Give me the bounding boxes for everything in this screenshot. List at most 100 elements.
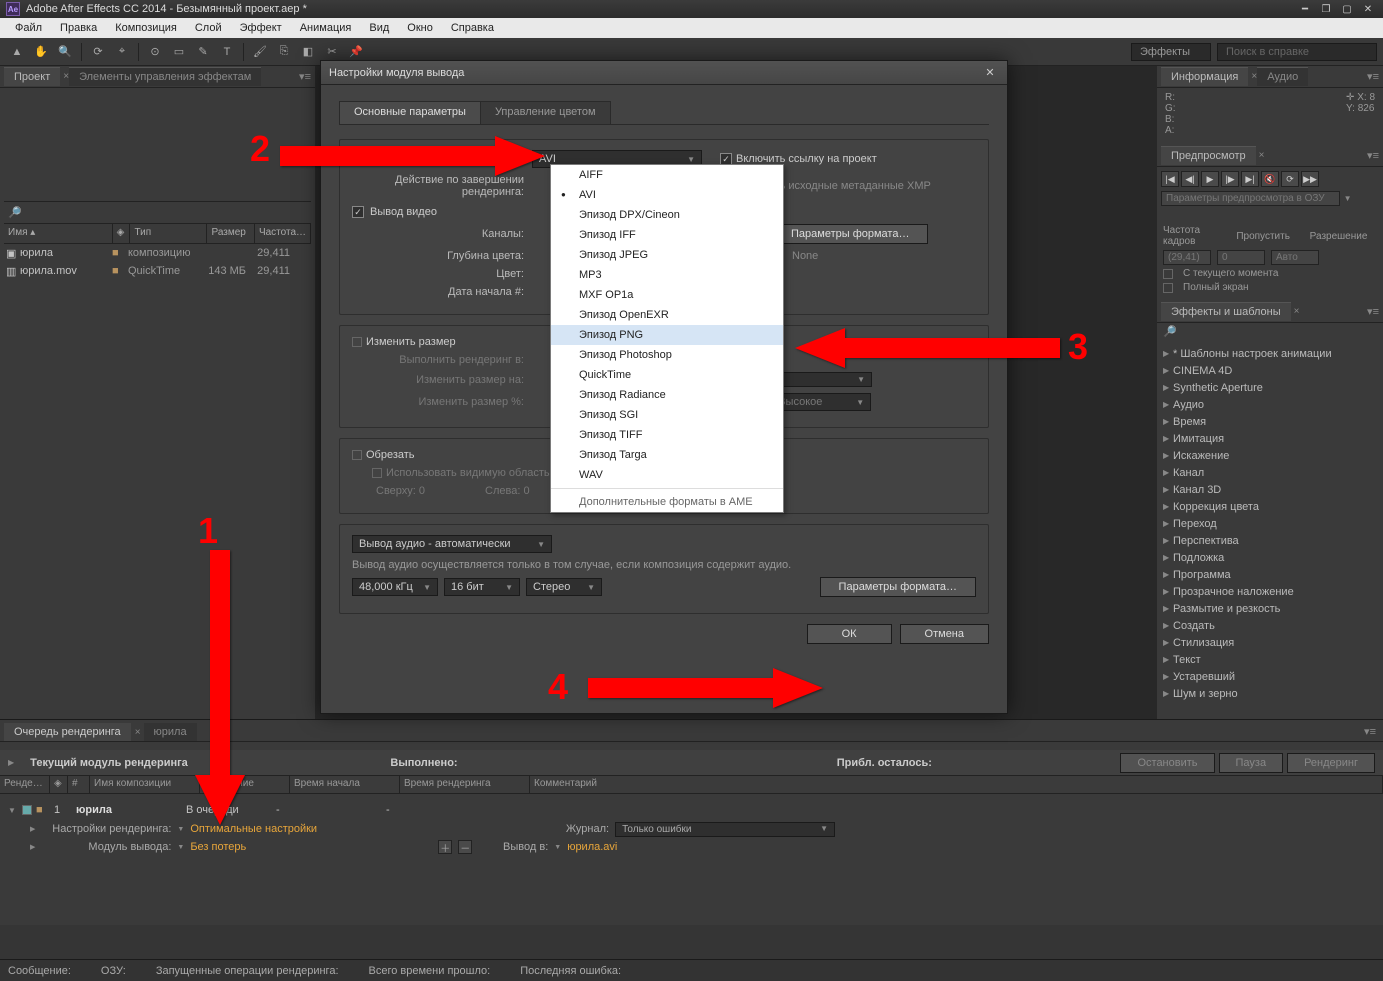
col-rtime[interactable]: Время рендеринга xyxy=(400,776,530,793)
tab-info[interactable]: Информация xyxy=(1161,67,1248,86)
effects-category-item[interactable]: ▶Переход xyxy=(1157,515,1383,532)
format-dropdown-item[interactable]: Эпизод TIFF xyxy=(551,425,783,445)
format-dropdown-item[interactable]: WAV xyxy=(551,465,783,485)
zoom-tool-icon[interactable]: 🔍 xyxy=(54,41,76,63)
goto-start-icon[interactable]: |◀ xyxy=(1161,171,1179,187)
format-options-button[interactable]: Параметры формата… xyxy=(772,224,928,244)
menu-file[interactable]: Файл xyxy=(6,20,51,36)
col-label-icon[interactable]: ◈ xyxy=(113,224,131,243)
format-dropdown-item[interactable]: Эпизод SGI xyxy=(551,405,783,425)
col-name[interactable]: Имя ▴ xyxy=(4,224,113,243)
selection-tool-icon[interactable]: ▲ xyxy=(6,41,28,63)
format-dropdown-extra[interactable]: Дополнительные форматы в AME xyxy=(551,492,783,512)
close-tab-icon[interactable]: × xyxy=(132,724,144,741)
maximize-button[interactable]: ▢ xyxy=(1338,3,1356,15)
mute-icon[interactable]: 🔇 xyxy=(1261,171,1279,187)
format-dropdown-item[interactable]: MXF OP1a xyxy=(551,285,783,305)
close-tab-icon[interactable]: × xyxy=(1294,306,1300,317)
audio-channels-select[interactable]: Стерео▼ xyxy=(526,578,602,596)
col-size[interactable]: Размер xyxy=(207,224,254,243)
use-region-checkbox[interactable] xyxy=(372,468,382,478)
restore-button[interactable]: ❐ xyxy=(1317,3,1335,15)
menu-view[interactable]: Вид xyxy=(360,20,398,36)
effects-category-item[interactable]: ▶Программа xyxy=(1157,566,1383,583)
audio-bits-select[interactable]: 16 бит▼ xyxy=(444,578,520,596)
brush-tool-icon[interactable]: 🖌 xyxy=(249,41,271,63)
resize-quality-select[interactable]: Высокое▼ xyxy=(771,393,871,411)
goto-end-icon[interactable]: ▶| xyxy=(1241,171,1259,187)
render-button[interactable]: Рендеринг xyxy=(1287,753,1375,773)
project-item-row[interactable]: ▣ юрила ■ композицию 29,411 xyxy=(4,244,311,262)
effects-category-item[interactable]: ▶Время xyxy=(1157,413,1383,430)
menu-animation[interactable]: Анимация xyxy=(291,20,361,36)
dialog-tab-color[interactable]: Управление цветом xyxy=(480,101,611,124)
panel-menu-icon[interactable]: ▾≡ xyxy=(1367,70,1379,83)
tab-render-queue[interactable]: Очередь рендеринга xyxy=(4,723,131,741)
format-dropdown-item[interactable]: Эпизод OpenEXR xyxy=(551,305,783,325)
search-icon[interactable]: 🔎 xyxy=(1163,326,1177,338)
render-enabled-checkbox[interactable] xyxy=(22,805,32,815)
panel-menu-icon[interactable]: ▾≡ xyxy=(1361,722,1379,741)
remove-output-icon[interactable]: － xyxy=(458,840,472,854)
ram-preview-options-select[interactable]: Параметры предпросмотра в ОЗУ xyxy=(1161,191,1340,206)
panel-menu-icon[interactable]: ▾≡ xyxy=(1367,305,1379,318)
rect-tool-icon[interactable]: ▭ xyxy=(168,41,190,63)
hand-tool-icon[interactable]: ✋ xyxy=(30,41,52,63)
anchor-tool-icon[interactable]: ⊙ xyxy=(144,41,166,63)
panel-menu-icon[interactable]: ▾≡ xyxy=(299,70,311,83)
journal-select[interactable]: Только ошибки ▼ xyxy=(615,822,835,837)
effects-category-item[interactable]: ▶Шум и зерно xyxy=(1157,685,1383,702)
next-frame-icon[interactable]: |▶ xyxy=(1221,171,1239,187)
text-tool-icon[interactable]: T xyxy=(216,41,238,63)
col-label-icon[interactable]: ◈ xyxy=(50,776,68,793)
audio-format-options-button[interactable]: Параметры формата… xyxy=(820,577,976,597)
tab-effect-controls[interactable]: Элементы управления эффектам xyxy=(69,67,261,86)
menu-layer[interactable]: Слой xyxy=(186,20,231,36)
pause-button[interactable]: Пауза xyxy=(1219,753,1284,773)
menu-help[interactable]: Справка xyxy=(442,20,503,36)
crop-top-value[interactable]: 0 xyxy=(419,485,425,497)
format-dropdown-item[interactable]: Эпизод PNG xyxy=(551,325,783,345)
format-dropdown-item[interactable]: Эпизод JPEG xyxy=(551,245,783,265)
menu-composition[interactable]: Композиция xyxy=(106,20,186,36)
effects-category-item[interactable]: ▶CINEMA 4D xyxy=(1157,362,1383,379)
eraser-tool-icon[interactable]: ◧ xyxy=(297,41,319,63)
audio-khz-select[interactable]: 48,000 кГц▼ xyxy=(352,578,438,596)
format-dropdown-item[interactable]: AVI xyxy=(551,185,783,205)
col-start[interactable]: Время начала xyxy=(290,776,400,793)
tab-preview[interactable]: Предпросмотр xyxy=(1161,146,1256,165)
effects-category-item[interactable]: ▶Искажение xyxy=(1157,447,1383,464)
effects-category-item[interactable]: ▶Подложка xyxy=(1157,549,1383,566)
project-item-row[interactable]: ▥ юрила.mov ■ QuickTime 143 МБ 29,411 xyxy=(4,262,311,280)
col-type[interactable]: Тип xyxy=(130,224,207,243)
panel-menu-icon[interactable]: ▾≡ xyxy=(1367,149,1379,162)
format-dropdown-item[interactable]: AIFF xyxy=(551,165,783,185)
dialog-close-icon[interactable]: ✕ xyxy=(981,65,999,81)
format-dropdown-item[interactable]: QuickTime xyxy=(551,365,783,385)
col-render[interactable]: Ренде… xyxy=(0,776,50,793)
format-dropdown-item[interactable]: Эпизод Radiance xyxy=(551,385,783,405)
resize-checkbox[interactable] xyxy=(352,337,362,347)
col-freq[interactable]: Частота… xyxy=(255,224,311,243)
dialog-tab-main[interactable]: Основные параметры xyxy=(339,101,481,124)
ok-button[interactable]: ОК xyxy=(807,624,892,644)
menu-edit[interactable]: Правка xyxy=(51,20,106,36)
crop-checkbox[interactable] xyxy=(352,450,362,460)
menu-effect[interactable]: Эффект xyxy=(231,20,291,36)
add-output-icon[interactable]: ＋ xyxy=(438,840,452,854)
format-dropdown-item[interactable]: Эпизод Targa xyxy=(551,445,783,465)
video-output-checkbox[interactable]: ✓ xyxy=(352,206,364,218)
ram-preview-icon[interactable]: ▶▶ xyxy=(1301,171,1319,187)
close-button[interactable]: ✕ xyxy=(1359,3,1377,15)
effects-category-item[interactable]: ▶Synthetic Aperture xyxy=(1157,379,1383,396)
play-icon[interactable]: ▶ xyxy=(1201,171,1219,187)
format-dropdown-item[interactable]: Эпизод Photoshop xyxy=(551,345,783,365)
stop-button[interactable]: Остановить xyxy=(1120,753,1214,773)
effects-category-item[interactable]: ▶Прозрачное наложение xyxy=(1157,583,1383,600)
rotate-tool-icon[interactable]: ⟳ xyxy=(87,41,109,63)
crop-left-value[interactable]: 0 xyxy=(523,485,529,497)
effects-category-item[interactable]: ▶Перспектива xyxy=(1157,532,1383,549)
col-comment[interactable]: Комментарий xyxy=(530,776,1383,793)
output-file-link[interactable]: юрила.avi xyxy=(567,841,617,853)
close-tab-icon[interactable]: × xyxy=(1259,150,1265,161)
